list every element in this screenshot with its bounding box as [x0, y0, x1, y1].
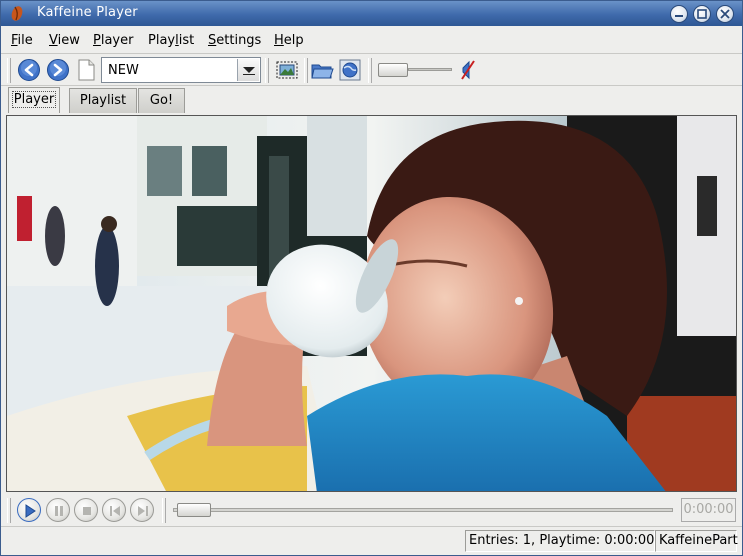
time-display: 0:00:00	[681, 498, 736, 522]
menu-playlist[interactable]: Playlist	[148, 33, 194, 48]
forward-icon[interactable]	[46, 58, 70, 82]
toolbar-grip[interactable]	[7, 58, 11, 83]
stop-icon	[83, 507, 91, 515]
back-icon[interactable]	[17, 58, 41, 82]
toolbar-grip-2[interactable]	[265, 58, 269, 83]
new-document-icon[interactable]	[74, 58, 98, 82]
status-bar: Entries: 1, Playtime: 0:00:00 KaffeinePa…	[1, 526, 742, 555]
previous-button[interactable]	[102, 498, 126, 522]
next-button[interactable]	[130, 498, 154, 522]
status-part: KaffeinePart	[655, 530, 738, 552]
chevron-down-icon	[243, 67, 255, 75]
playlist-combo-value: NEW	[108, 63, 139, 78]
volume-slider-handle[interactable]	[378, 63, 408, 77]
toolbar-grip-4[interactable]	[368, 58, 372, 83]
window-title: Kaffeine Player	[37, 5, 138, 20]
seek-slider[interactable]	[173, 503, 673, 517]
stop-button[interactable]	[74, 498, 98, 522]
close-icon	[720, 9, 730, 19]
fullscreen-icon[interactable]	[275, 58, 299, 82]
title-bar[interactable]: Kaffeine Player	[1, 1, 742, 26]
minimize-button[interactable]	[670, 5, 688, 23]
menu-view[interactable]: View	[49, 33, 80, 48]
tab-playlist-label: Playlist	[79, 93, 127, 108]
menu-bar: File View Player Playlist Settings Help	[1, 27, 742, 54]
menu-settings[interactable]: Settings	[208, 33, 261, 48]
tab-player-label: Player	[11, 91, 57, 108]
minimize-icon	[675, 15, 683, 17]
maximize-button[interactable]	[693, 5, 711, 23]
video-frame-image	[7, 116, 736, 491]
kaffeine-window: Kaffeine Player File View Player Playlis…	[0, 0, 743, 556]
pause-button[interactable]	[46, 498, 70, 522]
tab-player[interactable]: Player	[8, 87, 60, 113]
controls-grip-2[interactable]	[162, 498, 166, 523]
open-folder-icon[interactable]	[310, 58, 334, 82]
tab-bar: Player Playlist Go!	[1, 87, 742, 113]
volume-icon[interactable]	[457, 58, 481, 82]
next-icon	[138, 506, 148, 516]
menu-file[interactable]: File	[11, 33, 33, 48]
tab-playlist[interactable]: Playlist	[69, 88, 137, 113]
menu-help[interactable]: Help	[274, 33, 304, 48]
playback-controls: 0:00:00	[1, 495, 742, 525]
pause-icon	[55, 506, 63, 516]
main-toolbar: NEW	[1, 55, 742, 86]
play-button[interactable]	[17, 498, 41, 522]
video-display[interactable]	[6, 115, 737, 492]
volume-slider[interactable]	[378, 63, 452, 77]
kaffeine-logo-icon	[11, 6, 23, 21]
seek-slider-handle[interactable]	[177, 503, 211, 517]
combo-dropdown-button[interactable]	[237, 59, 259, 81]
play-icon	[25, 504, 36, 518]
status-entries: Entries: 1, Playtime: 0:00:00	[465, 530, 655, 552]
controls-grip[interactable]	[7, 498, 11, 523]
menu-player[interactable]: Player	[93, 33, 133, 48]
toolbar-grip-3[interactable]	[304, 58, 308, 83]
open-url-icon[interactable]	[338, 58, 362, 82]
close-button[interactable]	[716, 5, 734, 23]
seek-slider-track	[173, 508, 673, 512]
tab-go[interactable]: Go!	[138, 88, 185, 113]
playlist-combo[interactable]: NEW	[101, 57, 261, 83]
maximize-icon	[697, 9, 707, 19]
volume-slider-track	[408, 68, 452, 71]
previous-icon	[110, 506, 120, 516]
tab-go-label: Go!	[149, 93, 174, 108]
